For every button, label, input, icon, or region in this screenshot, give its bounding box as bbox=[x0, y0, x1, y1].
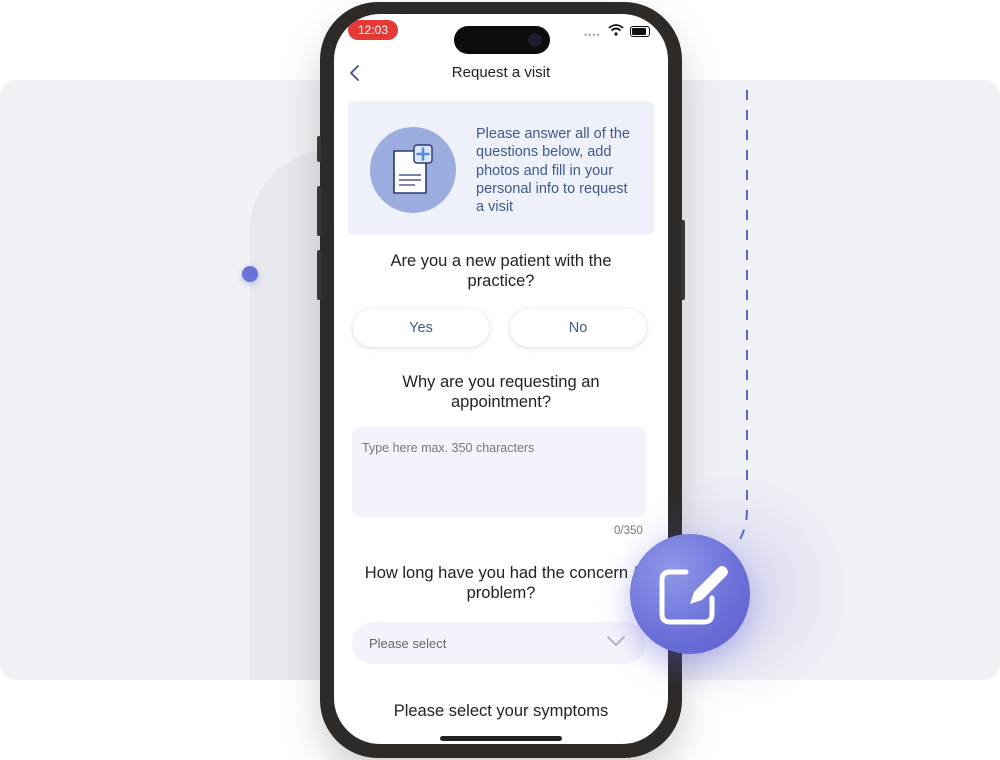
reason-placeholder: Type here max. 350 characters bbox=[362, 441, 535, 455]
page-title: Request a visit bbox=[451, 64, 551, 81]
question-new-patient: Are you a new patient with the practice? bbox=[390, 252, 612, 290]
decorative-dot bbox=[242, 266, 258, 282]
duration-select-value: Please select bbox=[369, 636, 447, 651]
edit-icon bbox=[659, 566, 728, 625]
question-duration: How long have you had the concern / prob… bbox=[364, 564, 638, 602]
no-button[interactable]: No bbox=[510, 309, 646, 347]
phone-volume-down-button bbox=[317, 250, 321, 300]
camera-icon bbox=[528, 33, 542, 47]
home-indicator bbox=[440, 736, 562, 741]
question-symptoms: Please select your symptoms bbox=[393, 702, 609, 720]
signal-icon: •••• bbox=[584, 30, 601, 40]
battery-icon bbox=[630, 26, 650, 37]
phone-volume-up-button bbox=[317, 186, 321, 236]
phone-side-button bbox=[317, 136, 321, 162]
yes-button[interactable]: Yes bbox=[353, 309, 489, 347]
dynamic-island bbox=[454, 26, 550, 54]
stage: 12:03 •••• Request a visit Please answer… bbox=[0, 0, 1000, 760]
wifi-icon bbox=[608, 24, 624, 36]
duration-select[interactable]: Please select bbox=[352, 622, 646, 664]
question-reason: Why are you requesting an appointment? bbox=[402, 373, 600, 411]
reason-textarea[interactable]: Type here max. 350 characters bbox=[352, 427, 646, 517]
phone-power-button bbox=[681, 220, 685, 300]
info-card: Please answer all of the questions below… bbox=[348, 101, 654, 235]
nav-bar: Request a visit bbox=[334, 60, 668, 86]
status-icons: •••• bbox=[584, 24, 654, 40]
edit-button[interactable] bbox=[630, 534, 750, 654]
status-time: 12:03 bbox=[348, 20, 398, 40]
document-plus-icon bbox=[370, 127, 456, 213]
info-text: Please answer all of the questions below… bbox=[476, 126, 630, 216]
